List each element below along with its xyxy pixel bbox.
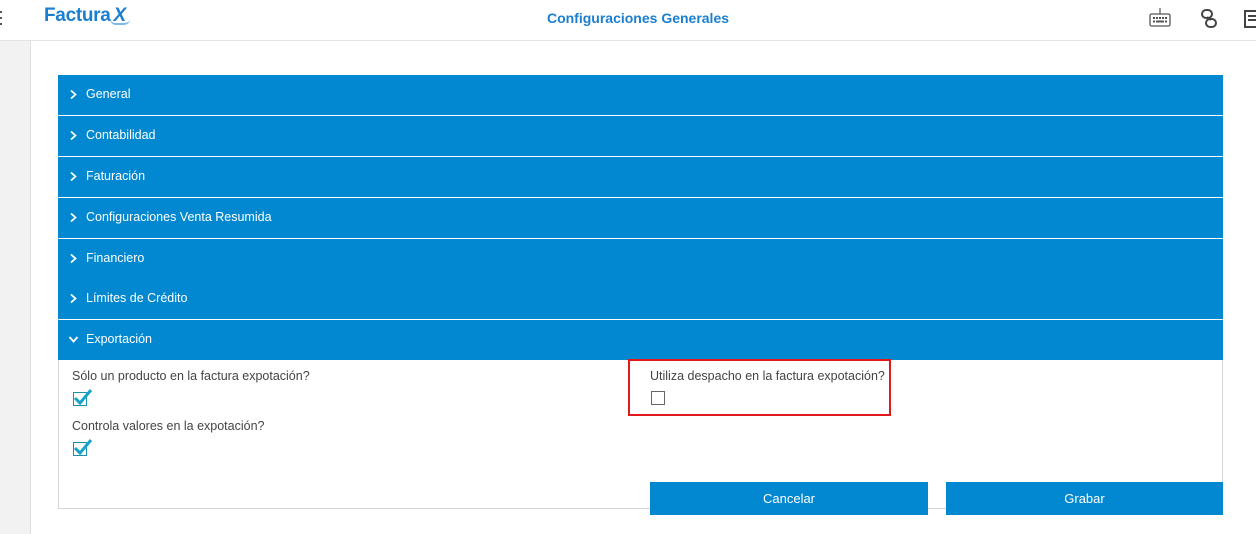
section-label: General (86, 87, 131, 101)
checkmark-icon (73, 439, 93, 456)
section-label: Faturación (86, 169, 146, 183)
cancel-button[interactable]: Cancelar (650, 482, 928, 515)
section-label: Contabilidad (86, 128, 156, 142)
section-label: Exportación (86, 332, 153, 346)
highlight-box (628, 359, 891, 416)
link-icon[interactable] (1199, 8, 1219, 35)
solo-un-producto-checkbox[interactable] (73, 389, 93, 406)
keyboard-icon[interactable] (1149, 8, 1171, 33)
chevron-right-icon (70, 253, 77, 264)
document-icon[interactable] (1243, 8, 1256, 35)
save-button[interactable]: Grabar (946, 482, 1223, 515)
controla-valores-label: Controla valores en la expotación? (72, 419, 265, 433)
chevron-right-icon (70, 171, 77, 182)
section-label: Configuraciones Venta Resumida (86, 210, 272, 224)
chevron-right-icon (70, 293, 77, 304)
chevron-right-icon (70, 89, 77, 100)
checkmark-icon (73, 389, 93, 406)
solo-un-producto-label: Sólo un producto en la factura expotació… (72, 369, 310, 383)
section-financiero[interactable]: Financiero (58, 239, 1223, 279)
section-limites-credito[interactable]: Límites de Crédito (58, 279, 1223, 319)
chevron-right-icon (70, 212, 77, 223)
chevron-down-icon (68, 336, 79, 343)
section-faturacion[interactable]: Faturación (58, 157, 1223, 197)
section-exportacion[interactable]: Exportación (58, 320, 1223, 360)
section-venta-resumida[interactable]: Configuraciones Venta Resumida (58, 198, 1223, 238)
controla-valores-checkbox[interactable] (73, 439, 93, 456)
section-label: Financiero (86, 251, 145, 265)
section-general[interactable]: General (58, 75, 1223, 115)
side-strip (0, 41, 31, 534)
page-title: Configuraciones Generales (546, 10, 730, 26)
section-contabilidad[interactable]: Contabilidad (58, 116, 1223, 156)
top-bar: Factura X Configuraciones Generales (0, 0, 1256, 41)
chevron-right-icon (70, 130, 77, 141)
section-label: Límites de Crédito (86, 291, 188, 305)
